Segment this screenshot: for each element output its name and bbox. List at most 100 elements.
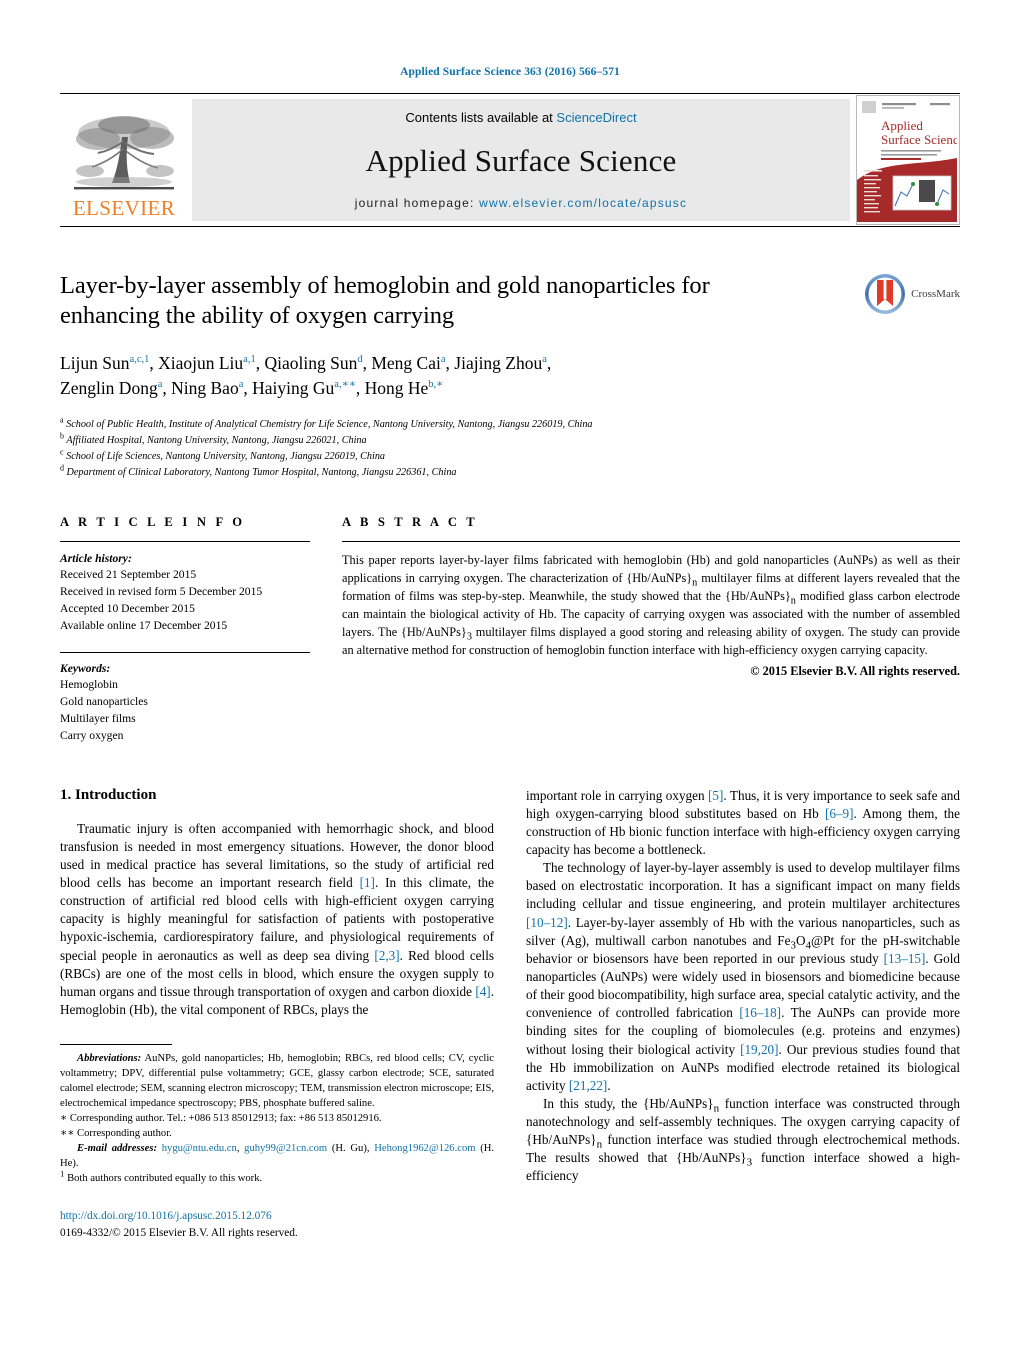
email-link[interactable]: guhy99@21cn.com bbox=[244, 1143, 327, 1154]
body-column-left: 1. Introduction Traumatic injury is ofte… bbox=[60, 787, 494, 1242]
citation-link[interactable]: [4] bbox=[475, 984, 490, 999]
author-affil-mark: a,1 bbox=[243, 354, 256, 366]
abstract-copyright: © 2015 Elsevier B.V. All rights reserved… bbox=[750, 663, 960, 678]
email-link[interactable]: Hehong1962@126.com bbox=[374, 1143, 475, 1154]
citation-link[interactable]: [19,20] bbox=[740, 1042, 778, 1057]
author-list: Lijun Suna,c,1, Xiaojun Liua,1, Qiaoling… bbox=[60, 351, 820, 401]
elsevier-logo: ELSEVIER bbox=[60, 99, 188, 221]
doi-link[interactable]: http://dx.doi.org/10.1016/j.apsusc.2015.… bbox=[60, 1208, 494, 1224]
text-segment: The technology of layer-by-layer assembl… bbox=[526, 860, 960, 912]
divider bbox=[342, 540, 960, 542]
author-line-2: Zenglin Donga, Ning Baoa, Haiying Gua,∗∗… bbox=[60, 376, 820, 401]
citation-link[interactable]: [6–9] bbox=[825, 806, 854, 821]
email-link[interactable]: hygu@ntu.edu.cn bbox=[162, 1143, 237, 1154]
divider bbox=[60, 651, 310, 653]
section-heading-introduction: 1. Introduction bbox=[60, 786, 157, 803]
affiliation-item: a School of Public Health, Institute of … bbox=[60, 416, 960, 433]
keywords-label: Keywords: bbox=[60, 661, 111, 675]
equal-contribution-note: 1 Both authors contributed equally to th… bbox=[60, 1169, 494, 1186]
issn-copyright-line: 0169-4332/© 2015 Elsevier B.V. All right… bbox=[60, 1226, 298, 1239]
homepage-prefix: journal homepage: bbox=[354, 196, 480, 210]
intro-paragraph-1: Traumatic injury is often accompanied wi… bbox=[60, 820, 494, 1020]
author-name: , Ning Bao bbox=[162, 378, 239, 399]
citation-link[interactable]: [2,3] bbox=[374, 948, 399, 963]
elsevier-wordmark: ELSEVIER bbox=[72, 196, 176, 220]
history-item: Received 21 September 2015 bbox=[60, 568, 197, 582]
author-name: , Qiaoling Sun bbox=[255, 353, 358, 374]
cover-art-icon: Applied Surface Science bbox=[857, 96, 959, 222]
text-segment: In this study, the {Hb/AuNPs} bbox=[543, 1095, 714, 1111]
citation-link[interactable]: [1] bbox=[360, 875, 375, 890]
contents-prefix: Contents lists available at bbox=[405, 110, 557, 125]
history-item: Accepted 10 December 2015 bbox=[60, 601, 195, 615]
author-name: , Xiaojun Liu bbox=[149, 353, 244, 374]
affiliation-item: b Affiliated Hospital, Nantong Universit… bbox=[60, 431, 960, 449]
corresponding-author-note-2: ∗∗ Corresponding author. bbox=[60, 1128, 172, 1140]
doi-block: http://dx.doi.org/10.1016/j.apsusc.2015.… bbox=[60, 1208, 494, 1241]
email-label: E-mail addresses: bbox=[77, 1143, 158, 1155]
running-head: Applied Surface Science 363 (2016) 566–5… bbox=[400, 66, 620, 78]
author-affil-mark: a,c,1 bbox=[129, 354, 150, 366]
title-author-block: Layer-by-layer assembly of hemoglobin an… bbox=[60, 271, 960, 401]
author-sep: , bbox=[546, 353, 552, 374]
author-name: , Hong He bbox=[355, 378, 429, 399]
article-info-column: A R T I C L E I N F O Article history: R… bbox=[60, 515, 310, 745]
author-affil-mark: a,∗∗ bbox=[334, 379, 356, 391]
affil-text: School of Life Sciences, Nantong Univers… bbox=[66, 450, 386, 462]
citation-link[interactable]: [13–15] bbox=[884, 951, 926, 966]
text-segment: . bbox=[607, 1077, 611, 1093]
email-note: E-mail addresses: hygu@ntu.edu.cn, guhy9… bbox=[60, 1141, 494, 1171]
keyword-item: Hemoglobin bbox=[60, 678, 118, 692]
journal-homepage-line: journal homepage: www.elsevier.com/locat… bbox=[355, 196, 687, 210]
masthead-center-band: Contents lists available at ScienceDirec… bbox=[192, 99, 850, 221]
affiliation-item: d Department of Clinical Laboratory, Nan… bbox=[60, 463, 960, 481]
history-item: Received in revised form 5 December 2015 bbox=[60, 585, 263, 599]
citation-link[interactable]: [10–12] bbox=[526, 915, 568, 930]
svg-text:Surface Science: Surface Science bbox=[881, 132, 957, 147]
elsevier-tree-icon bbox=[74, 116, 174, 190]
affil-mark: d bbox=[60, 463, 64, 473]
body-columns: 1. Introduction Traumatic injury is ofte… bbox=[60, 787, 960, 1242]
footnote-text: Both authors contributed equally to this… bbox=[64, 1173, 263, 1185]
author-name: , Haiying Gu bbox=[243, 378, 335, 399]
keyword-item: Gold nanoparticles bbox=[60, 695, 148, 709]
sciencedirect-link[interactable]: ScienceDirect bbox=[556, 110, 636, 125]
author-affil-mark: b,∗ bbox=[428, 379, 444, 391]
paper-page: Applied Surface Science 363 (2016) 566–5… bbox=[0, 0, 1020, 1351]
crossmark-badge[interactable]: CrossMark bbox=[834, 271, 960, 320]
affiliation-item: c School of Life Sciences, Nantong Unive… bbox=[60, 447, 960, 465]
intro-paragraph-1-cont: important role in carrying oxygen [5]. T… bbox=[526, 787, 960, 860]
citation-link[interactable]: [21,22] bbox=[569, 1078, 607, 1093]
affiliation-list: a School of Public Health, Institute of … bbox=[60, 416, 960, 481]
text-segment: O bbox=[796, 932, 806, 948]
author-name: Lijun Sun bbox=[60, 353, 130, 374]
keyword-item: Multilayer films bbox=[60, 711, 136, 725]
intro-paragraph-3: In this study, the {Hb/AuNPs}n function … bbox=[526, 1095, 960, 1186]
affil-mark: b bbox=[60, 431, 64, 441]
author-line-1: Lijun Suna,c,1, Xiaojun Liua,1, Qiaoling… bbox=[60, 351, 820, 376]
footnote-divider bbox=[60, 1044, 172, 1046]
keywords-block: Keywords: Hemoglobin Gold nanoparticles … bbox=[60, 651, 310, 745]
crossmark-label: CrossMark bbox=[911, 288, 960, 300]
affil-mark: c bbox=[60, 447, 64, 457]
email-owner: (H. Gu), bbox=[327, 1143, 370, 1155]
abstract-column: A B S T R A C T This paper reports layer… bbox=[342, 515, 960, 745]
keyword-item: Carry oxygen bbox=[60, 728, 124, 742]
journal-cover-thumbnail: Applied Surface Science bbox=[856, 95, 960, 225]
body-column-right: important role in carrying oxygen [5]. T… bbox=[526, 787, 960, 1242]
journal-title: Applied Surface Science bbox=[365, 142, 677, 178]
abstract-heading: A B S T R A C T bbox=[342, 514, 478, 529]
info-abstract-row: A R T I C L E I N F O Article history: R… bbox=[60, 515, 960, 745]
citation-link[interactable]: [16–18] bbox=[739, 1005, 781, 1020]
journal-masthead: ELSEVIER Contents lists available at Sci… bbox=[60, 93, 960, 227]
crossmark-icon bbox=[865, 274, 906, 314]
footnote-block: Abbreviations: AuNPs, gold nanoparticles… bbox=[60, 1037, 494, 1241]
journal-homepage-link[interactable]: www.elsevier.com/locate/apsusc bbox=[479, 196, 687, 210]
article-info-heading: A R T I C L E I N F O bbox=[60, 514, 246, 529]
text-segment: important role in carrying oxygen bbox=[526, 787, 709, 803]
author-name: Zenglin Dong bbox=[60, 378, 158, 399]
affil-text: Department of Clinical Laboratory, Nanto… bbox=[66, 466, 457, 478]
citation-link[interactable]: [5] bbox=[708, 788, 723, 803]
page-title: Layer-by-layer assembly of hemoglobin an… bbox=[60, 272, 710, 330]
history-item: Available online 17 December 2015 bbox=[60, 618, 228, 632]
